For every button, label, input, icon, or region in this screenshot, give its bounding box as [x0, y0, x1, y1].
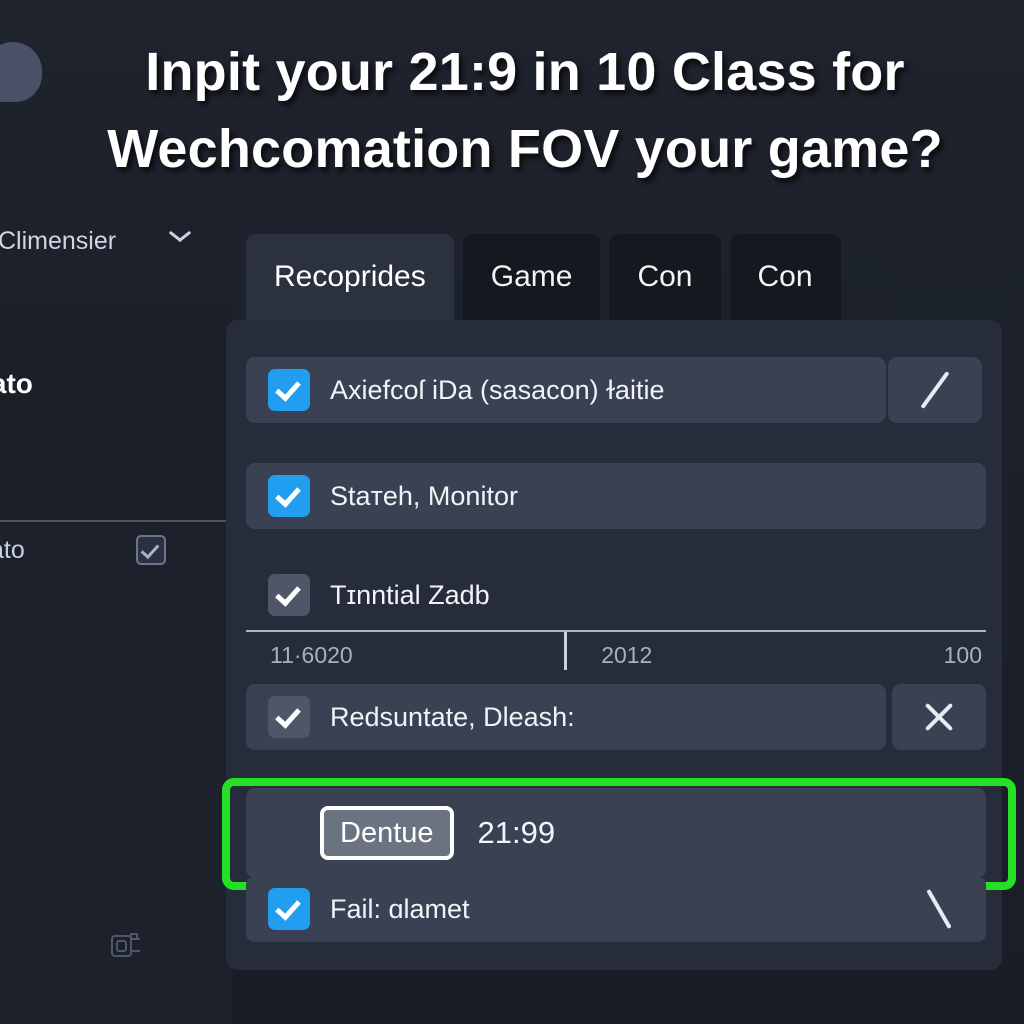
checkbox-checked-icon[interactable] [268, 475, 310, 517]
table-row[interactable]: Staтeh, Monitor [246, 463, 986, 529]
sidebar-option-row[interactable]: ato [0, 528, 178, 572]
sidebar-divider-bottom [0, 520, 232, 522]
row-label: Redsuntate, Dleash: [330, 701, 575, 732]
range-slider[interactable]: 11·6020 2012 100 [246, 630, 986, 674]
sidebar-option-label: ato [0, 535, 25, 564]
tab-bar: Recoprides Game Con Con [246, 234, 841, 320]
close-x-icon [921, 699, 957, 735]
slider-label-mid: 2012 [601, 642, 653, 668]
tab-recoprides[interactable]: Recoprides [246, 234, 454, 320]
table-row[interactable]: Fail: ɑlamet [246, 876, 986, 942]
slider-label-end: 100 [943, 642, 982, 668]
close-button[interactable] [892, 684, 986, 750]
sidebar-section-heading: rato [0, 368, 33, 399]
checkbox-checked-icon[interactable] [268, 888, 310, 930]
copy-document-icon [111, 933, 140, 957]
sidebar-section [0, 305, 232, 520]
slider-track [246, 630, 986, 632]
table-row[interactable]: Axiefcoſ iDa (sasacon) ɫaitie [246, 357, 886, 423]
checkbox-checked-icon[interactable] [268, 369, 310, 411]
app-logo-icon [0, 42, 42, 102]
page-title: Inpit your 21:9 in 10 Class for Wechcoma… [107, 42, 943, 179]
tab-con-2[interactable]: Con [729, 234, 841, 320]
pencil-slash-icon [920, 371, 950, 409]
checkbox-checked-icon[interactable] [268, 696, 310, 738]
tab-con-1[interactable]: Con [609, 234, 721, 320]
sidebar-dropdown[interactable]: Climensier [0, 218, 214, 264]
slider-tick-marker [564, 632, 568, 670]
slider-label-start: 11·6020 [270, 642, 353, 668]
table-row[interactable]: Tɪnntial Zadb [246, 562, 986, 628]
app-root: Inpit your 21:9 in 10 Class for Wechcoma… [0, 0, 1024, 1024]
row-label: Staтeh, Monitor [330, 480, 518, 511]
tab-game[interactable]: Game [462, 234, 601, 320]
checkbox-checked-icon[interactable] [268, 574, 310, 616]
selection-highlight [222, 778, 1016, 890]
row-label: Axiefcoſ iDa (sasacon) ɫaitie [330, 374, 665, 405]
sidebar: Climensier rato ato [0, 190, 232, 1024]
table-row[interactable]: Redsuntate, Dleash: [246, 684, 886, 750]
chevron-down-icon [168, 234, 192, 248]
sidebar-dropdown-label: Climensier [0, 226, 117, 255]
backslash-button[interactable] [892, 876, 986, 942]
pencil-slash-button[interactable] [888, 357, 982, 423]
row-label: Tɪnntial Zadb [330, 579, 490, 610]
row-label: Fail: ɑlamet [330, 893, 470, 924]
checkbox-checked-outline-icon[interactable] [136, 535, 166, 565]
backslash-icon [926, 888, 952, 930]
